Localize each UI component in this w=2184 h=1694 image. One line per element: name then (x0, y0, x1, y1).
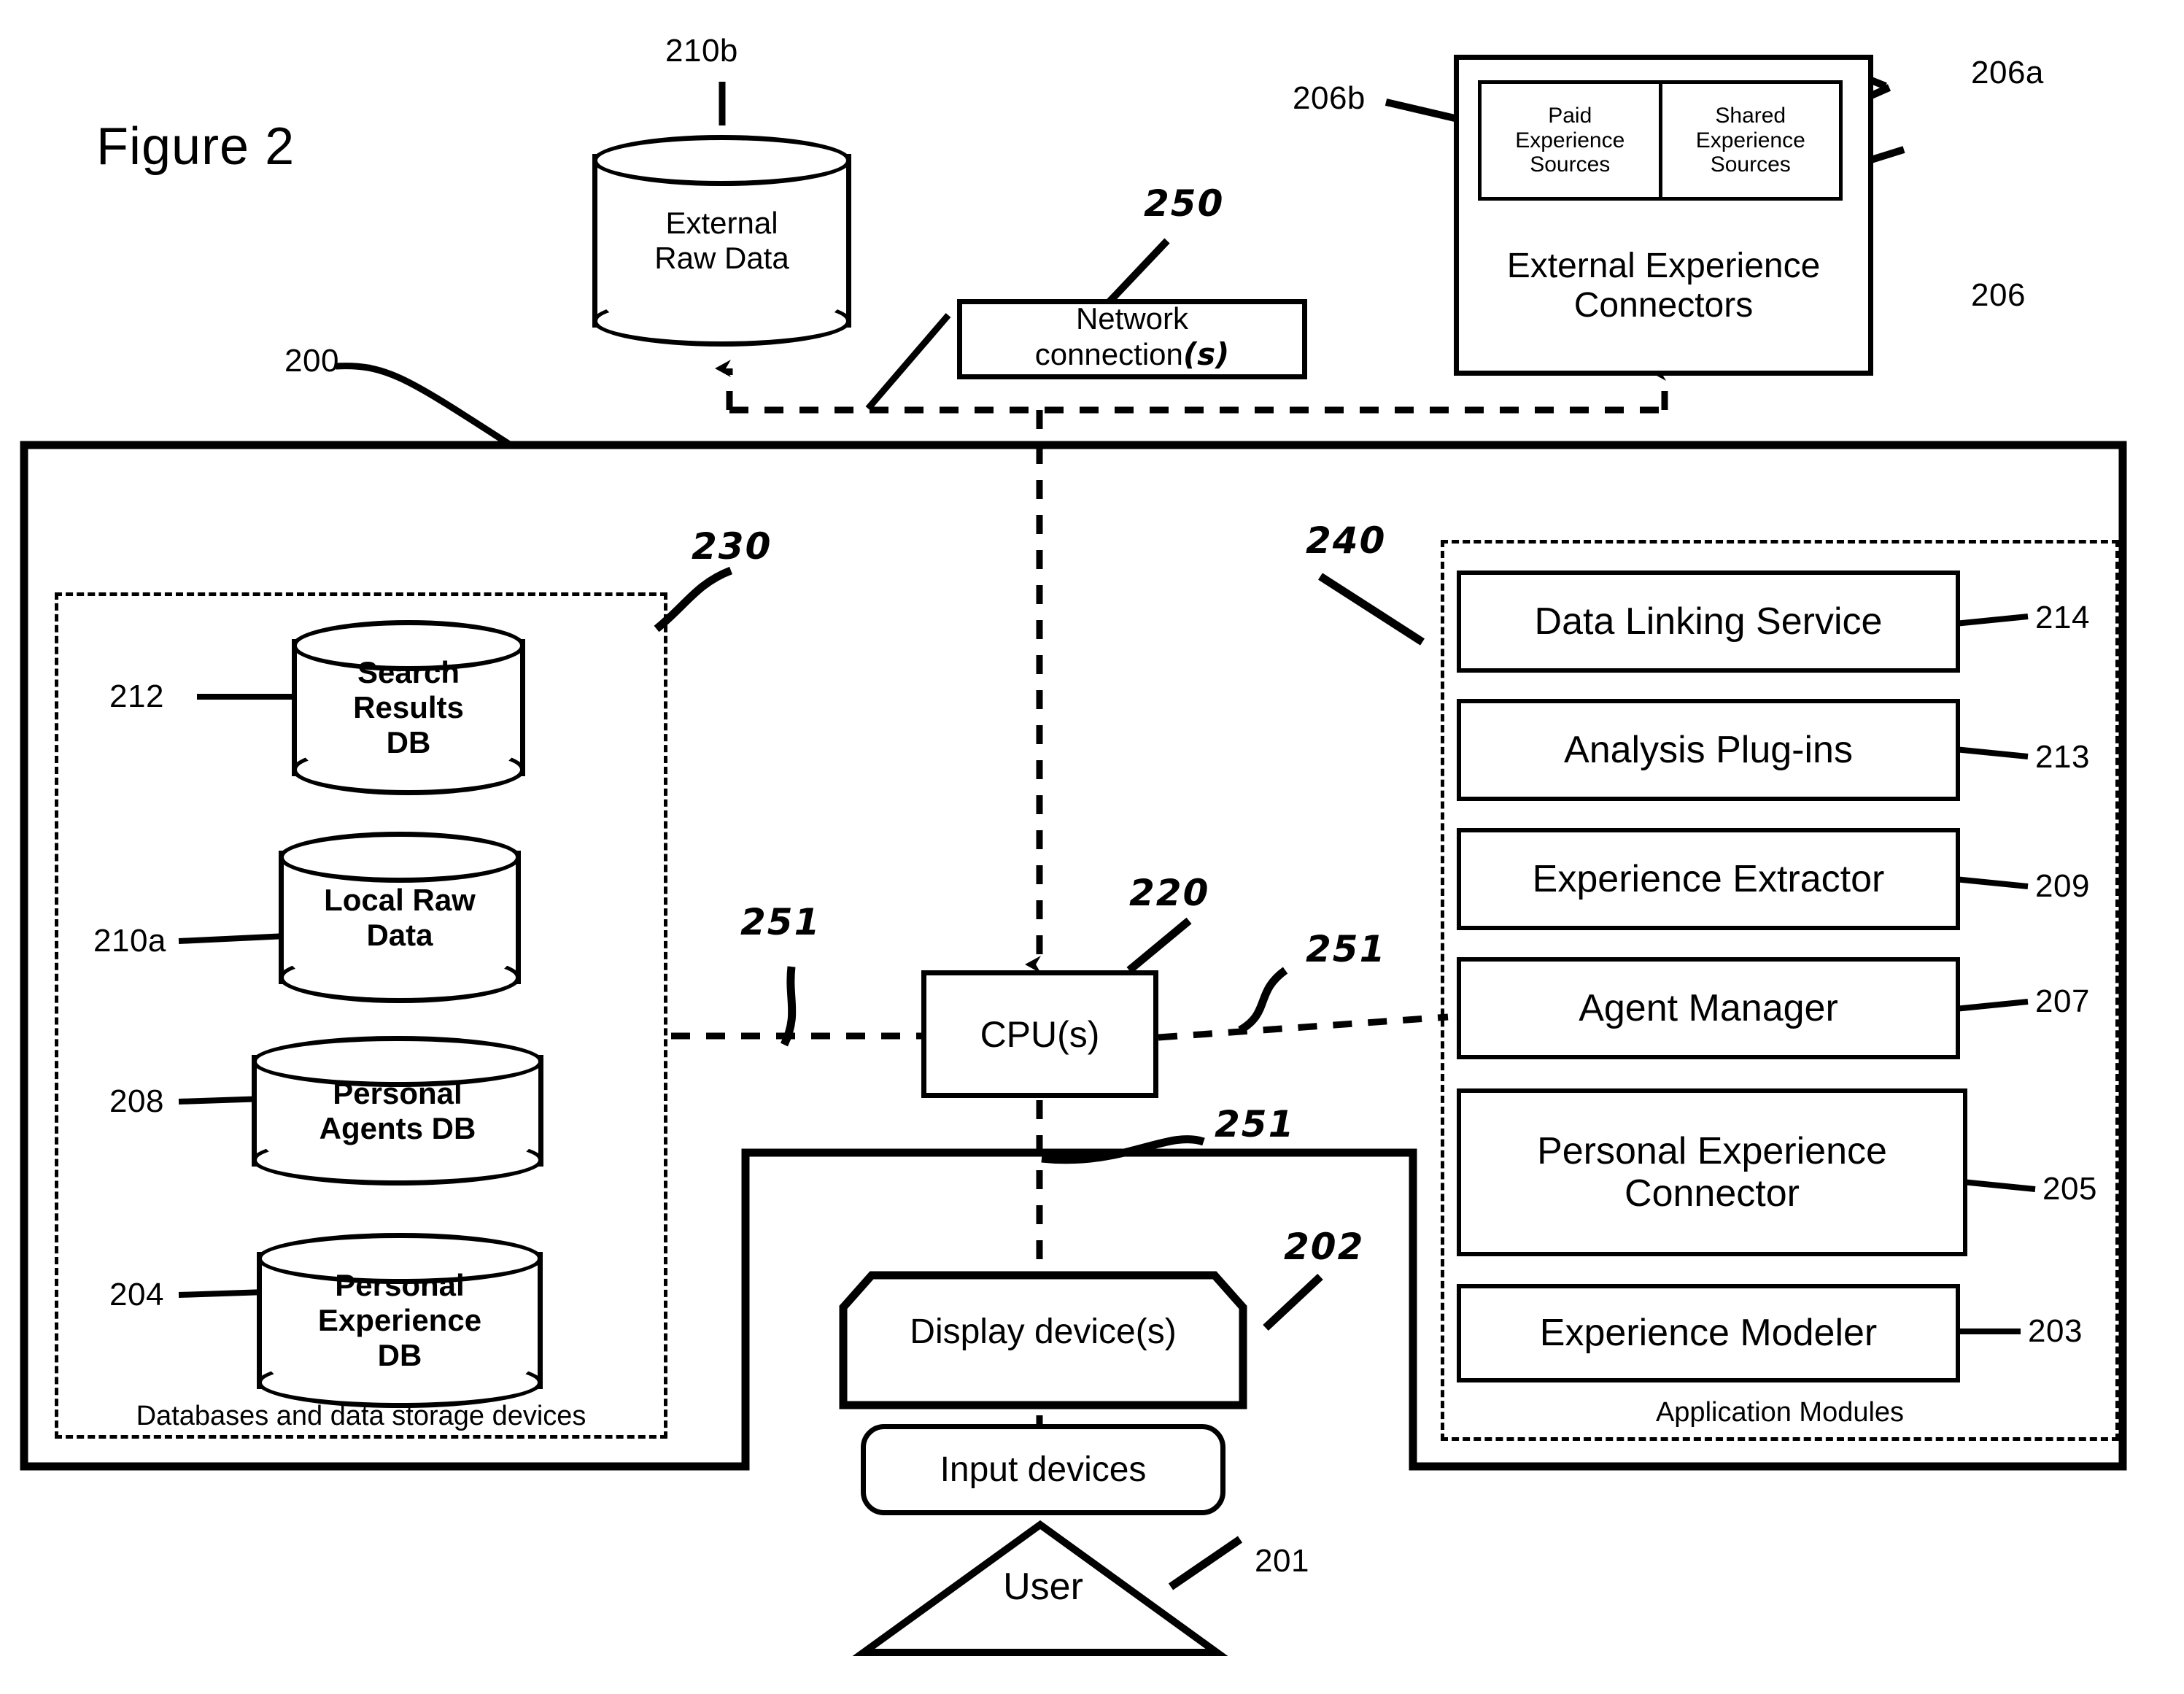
module-experience-modeler: Experience Modeler (1457, 1284, 1960, 1382)
ref-202: 202 (1284, 1226, 1365, 1268)
ref-206a: 206a (1971, 55, 2044, 90)
external-raw-data-label: External Raw Data (654, 206, 789, 275)
ref-208: 208 (109, 1083, 164, 1119)
ref-214: 214 (2035, 600, 2090, 635)
ref-220: 220 (1129, 872, 1210, 914)
leader-201 (1168, 1536, 1243, 1590)
leader-220 (1126, 917, 1192, 974)
module-experience-extractor: Experience Extractor (1457, 828, 1960, 930)
user-label: User (1003, 1566, 1083, 1608)
ref-207: 207 (2035, 983, 2090, 1019)
ref-212: 212 (109, 678, 164, 714)
leader-251-right (1238, 967, 1288, 1034)
ref-209: 209 (2035, 868, 2090, 904)
ref-251-left: 251 (740, 901, 821, 943)
patent-figure-canvas: Figure 2 200 210b External Raw Data 250 … (0, 0, 2184, 1694)
leader-network-to-bus (865, 313, 951, 411)
search-results-db-cylinder: Search Results DB (292, 620, 525, 795)
paid-experience-sources: Paid Experience Sources (1482, 84, 1662, 197)
display-device-box: Display device(s) (839, 1271, 1247, 1409)
network-line2: connection(s) (1034, 336, 1230, 372)
ref-204: 204 (109, 1277, 164, 1312)
module-personal-experience-connector: Personal Experience Connector (1457, 1088, 1967, 1256)
local-raw-data-label: Local Raw Data (324, 882, 476, 952)
shared-experience-sources: Shared Experience Sources (1695, 104, 1805, 177)
personal-agents-db-cylinder: Personal Agents DB (252, 1036, 543, 1186)
figure-title: Figure 2 (96, 117, 295, 176)
cpu-box: CPU(s) (921, 970, 1158, 1098)
ref-210b: 210b (665, 33, 738, 69)
ref-201: 201 (1255, 1543, 1309, 1579)
network-line1: Network (1075, 301, 1189, 336)
network-suffix: (s) (1182, 336, 1230, 372)
ref-205: 205 (2042, 1171, 2097, 1207)
ref-240: 240 (1306, 519, 1387, 562)
ref-251-bottom: 251 (1215, 1103, 1296, 1145)
network-connection-box: Network connection(s) (957, 299, 1307, 379)
bus-cpu-to-modules (1158, 1013, 1449, 1041)
ref-230: 230 (692, 525, 772, 568)
ref-203: 203 (2028, 1313, 2083, 1349)
ref-251-right: 251 (1306, 928, 1387, 970)
search-results-db-label: Search Results DB (353, 655, 464, 759)
modules-group-caption: Application Modules (1655, 1397, 1905, 1428)
ref-206: 206 (1971, 277, 2026, 313)
personal-experience-db-label: Personal Experience DB (317, 1268, 482, 1372)
input-devices-box: Input devices (861, 1424, 1225, 1515)
external-experience-connectors-caption: External Experience Connectors (1506, 247, 1821, 325)
ref-210a: 210a (93, 923, 166, 959)
leader-230 (654, 566, 733, 633)
module-analysis-plugins: Analysis Plug-ins (1457, 699, 1960, 801)
ref-200: 200 (284, 343, 339, 379)
external-experience-connectors-box: Paid Experience Sources Shared Experienc… (1454, 55, 1873, 376)
personal-experience-db-cylinder: Personal Experience DB (257, 1233, 543, 1408)
personal-agents-db-label: Personal Agents DB (319, 1075, 476, 1145)
experience-sources-row: Paid Experience Sources Shared Experienc… (1478, 80, 1843, 201)
external-raw-data-cylinder: External Raw Data (592, 135, 851, 347)
display-device-label: Display device(s) (910, 1312, 1177, 1352)
leader-251-left (780, 966, 797, 1047)
leader-202 (1263, 1273, 1323, 1331)
leader-251-bottom (1041, 1135, 1205, 1164)
local-raw-data-cylinder: Local Raw Data (279, 832, 521, 1003)
ref-250: 250 (1144, 182, 1225, 225)
module-data-linking-service: Data Linking Service (1457, 571, 1960, 673)
leader-200 (335, 363, 513, 448)
leader-240 (1318, 573, 1425, 646)
module-agent-manager: Agent Manager (1457, 957, 1960, 1059)
ref-213: 213 (2035, 739, 2090, 775)
ref-206b: 206b (1293, 80, 1366, 116)
